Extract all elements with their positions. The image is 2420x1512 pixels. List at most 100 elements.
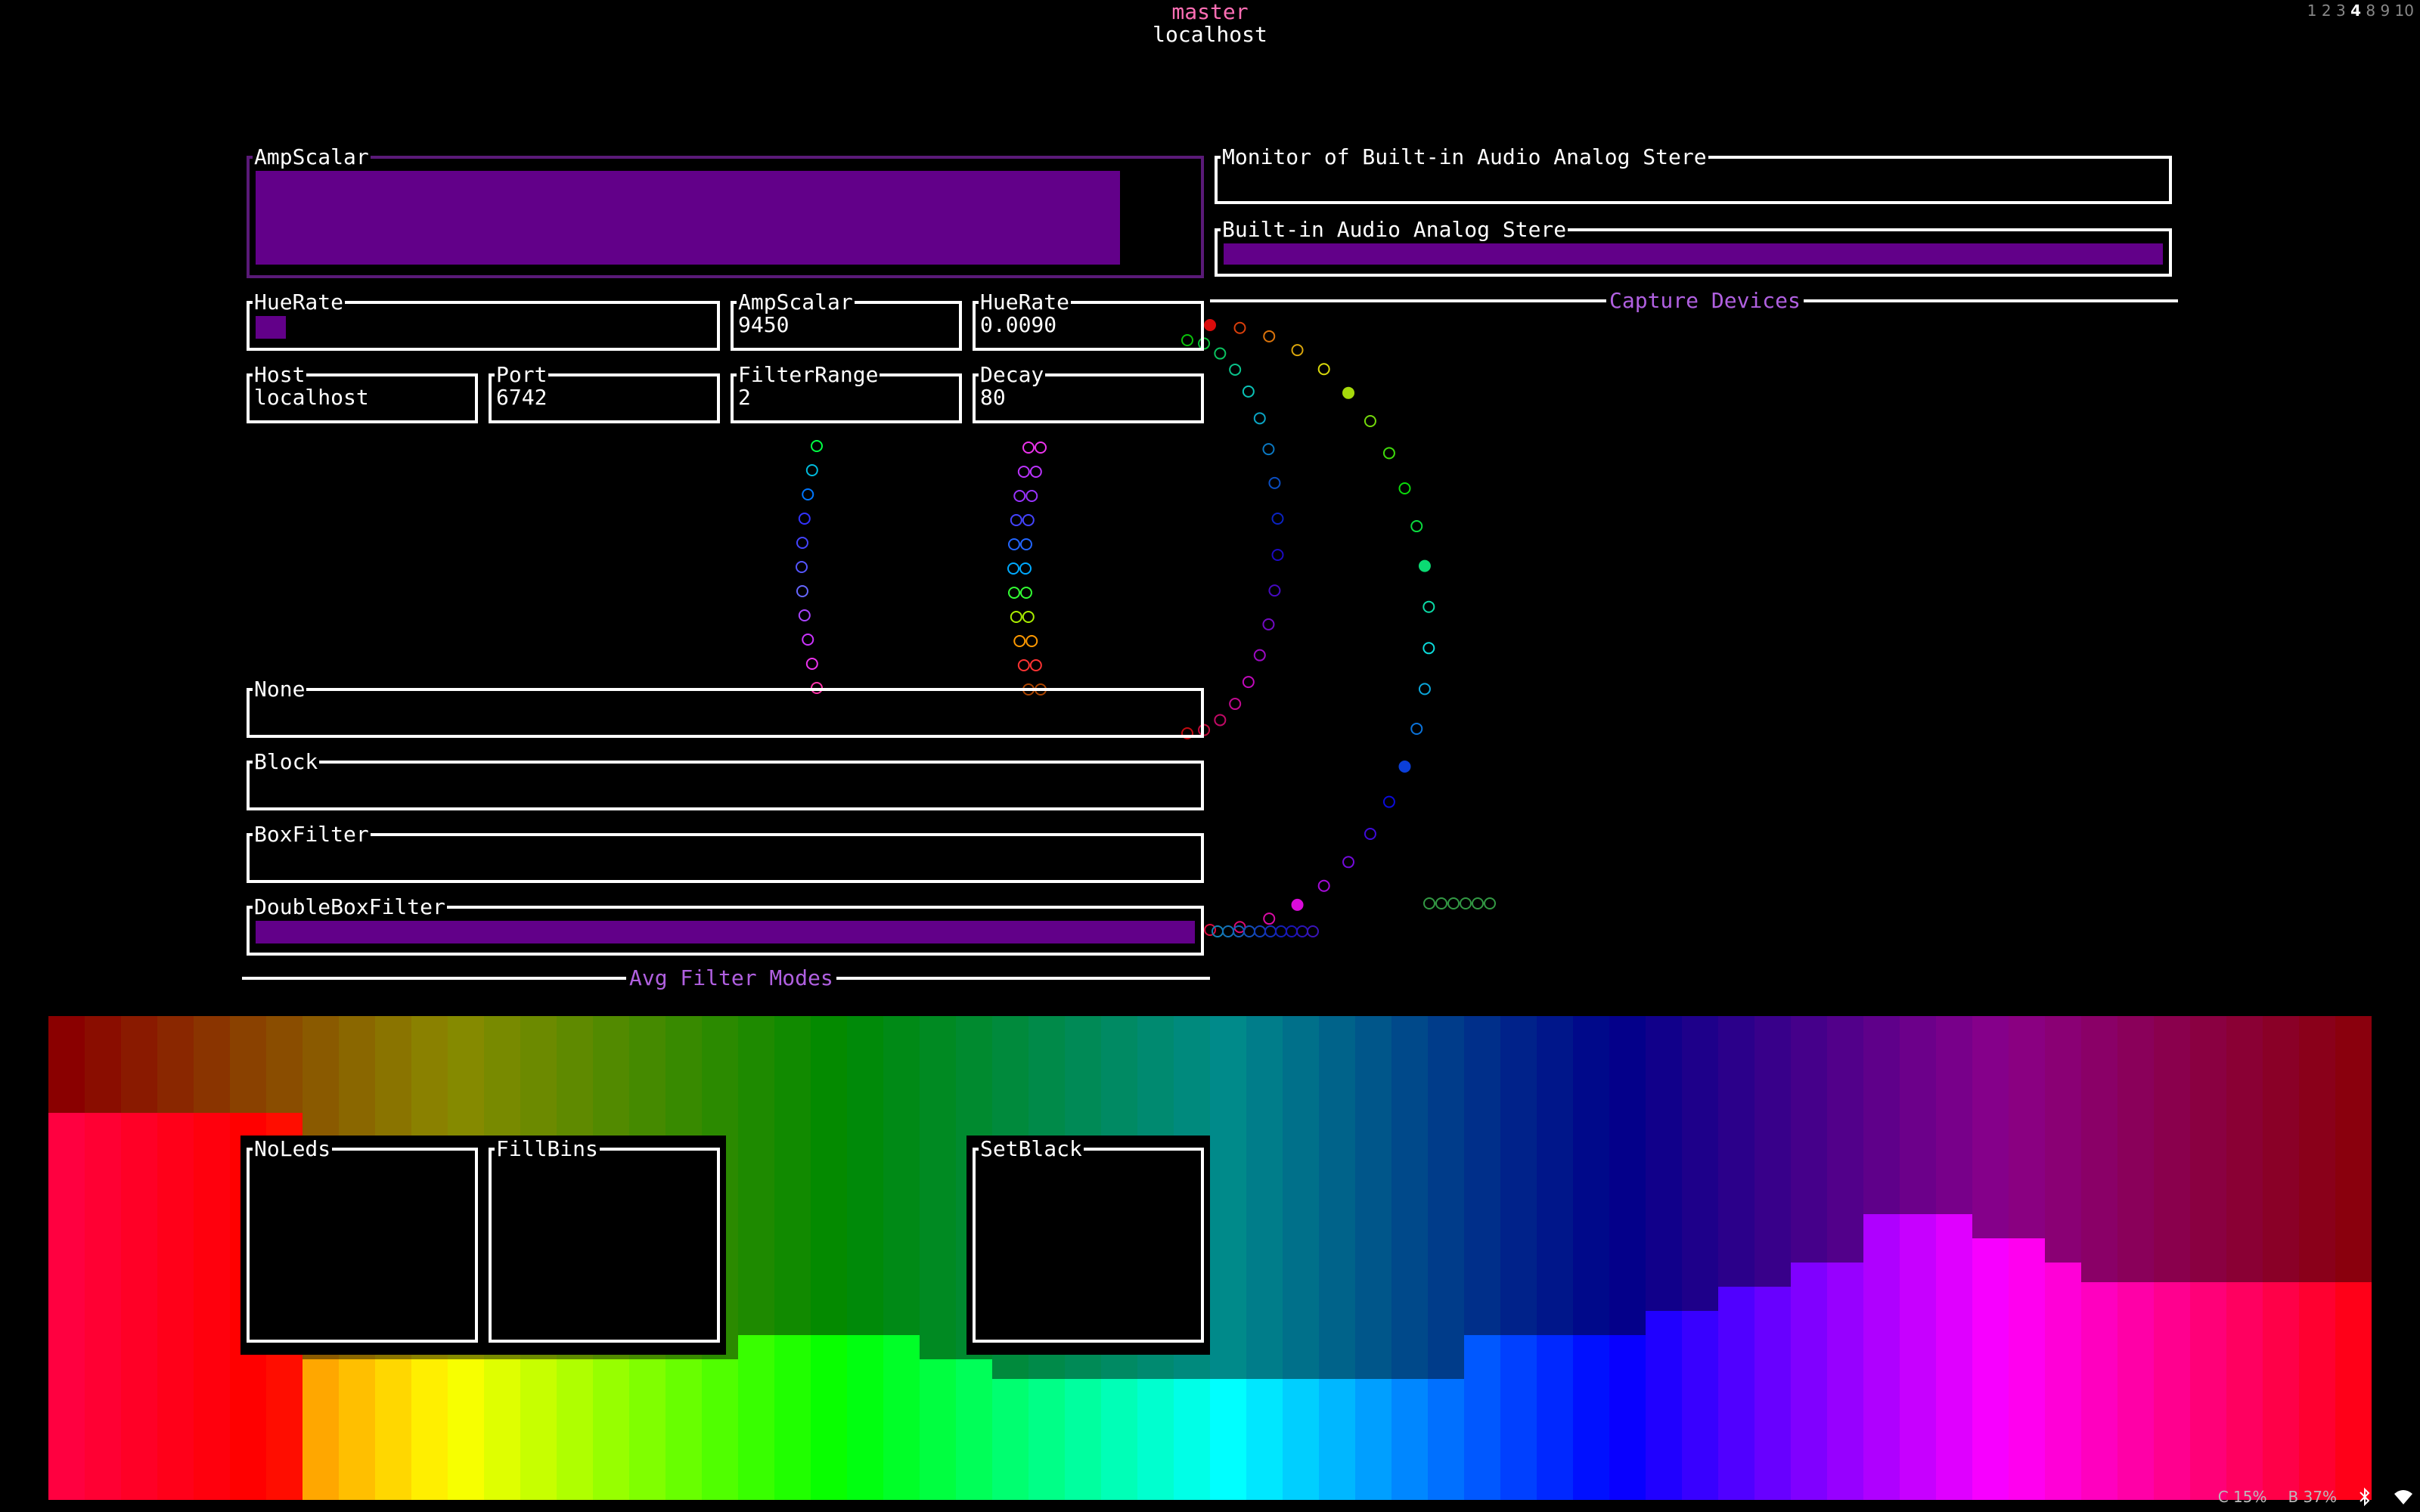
scatter-dot — [1022, 514, 1035, 526]
scatter-dot — [1447, 897, 1460, 909]
noleds-button-label: NoLeds — [253, 1136, 333, 1161]
spectrum-bar — [1500, 1335, 1537, 1500]
hue-rate-field[interactable]: HueRate 0.0090 — [973, 290, 1204, 351]
workspace-4[interactable]: 4 — [2350, 2, 2361, 20]
workspace-2[interactable]: 2 — [2322, 2, 2332, 20]
spectrum-bar — [1827, 1263, 1863, 1500]
setblack-button-label: SetBlack — [979, 1136, 1084, 1161]
filter-mode-selected-fill — [256, 921, 1195, 943]
scatter-dot — [805, 658, 818, 670]
spectrum-bar — [2335, 1282, 2372, 1500]
scatter-dot — [1296, 925, 1308, 937]
scatter-dot — [1262, 618, 1275, 631]
scatter-dot — [1484, 897, 1496, 909]
spectrum-bar — [847, 1335, 883, 1500]
scatter-dot — [811, 440, 823, 452]
amp-scalar-field[interactable]: AmpScalar 9450 — [731, 290, 962, 351]
scatter-dot — [1264, 925, 1277, 937]
spectrum-bar — [121, 1113, 157, 1500]
scatter-dot — [1382, 795, 1395, 808]
amp-scalar-slider[interactable]: AmpScalar — [247, 145, 1204, 278]
spectrum-bar — [1355, 1379, 1392, 1500]
spectrum-bar — [811, 1335, 847, 1500]
scatter-dot — [1017, 466, 1030, 478]
scatter-dot — [802, 634, 814, 646]
git-branch-label: master — [1171, 0, 1249, 24]
monitor-device-label: Monitor of Built-in Audio Analog Stere — [1221, 144, 1708, 169]
setblack-button[interactable]: SetBlack — [973, 1137, 1204, 1343]
spectrum-bar — [1283, 1379, 1319, 1500]
monitor-device-item[interactable]: Monitor of Built-in Audio Analog Stere — [1215, 145, 2172, 204]
scatter-dot — [1254, 925, 1266, 937]
spectrum-bar — [1428, 1379, 1464, 1500]
scatter-dot — [1222, 925, 1234, 937]
spectrum-bar — [1900, 1214, 1936, 1500]
workspace-8[interactable]: 8 — [2366, 2, 2375, 20]
builtin-device-item[interactable]: Built-in Audio Analog Stere — [1215, 218, 2172, 277]
scatter-dot — [1286, 925, 1298, 937]
scatter-dot — [1013, 490, 1026, 502]
spectrum-bar — [992, 1379, 1028, 1500]
filter-mode-none-label: None — [253, 677, 307, 702]
filter-mode-doubleboxfilter[interactable]: DoubleBoxFilter — [247, 895, 1204, 956]
spectrum-bar — [411, 1359, 448, 1500]
spectrum-bar — [702, 1359, 738, 1500]
filter-range-field[interactable]: FilterRange 2 — [731, 363, 962, 423]
scatter-dot — [1423, 600, 1435, 613]
spectrum-bar — [484, 1359, 520, 1500]
spectrum-bar — [1464, 1335, 1500, 1500]
amp-scalar-field-value: 9450 — [738, 312, 790, 337]
amp-scalar-slider-label: AmpScalar — [253, 144, 371, 169]
scatter-dot — [1022, 611, 1035, 623]
spectrum-bar — [2263, 1282, 2299, 1500]
scatter-dot — [1472, 897, 1484, 909]
wifi-icon[interactable] — [2393, 1488, 2414, 1506]
filter-mode-none[interactable]: None — [247, 677, 1204, 738]
workspace-list: 1 2 3 4 8 9 10 — [2307, 2, 2414, 20]
scatter-dot — [1243, 925, 1255, 937]
spectrum-bar — [1754, 1287, 1791, 1500]
port-field[interactable]: Port 6742 — [489, 363, 720, 423]
bluetooth-icon[interactable] — [2358, 1487, 2372, 1507]
spectrum-bar — [1319, 1379, 1355, 1500]
scatter-dot — [1010, 611, 1022, 623]
scatter-dot — [1262, 443, 1275, 456]
scatter-dot — [1342, 856, 1355, 869]
workspace-1[interactable]: 1 — [2307, 2, 2317, 20]
scatter-dot — [796, 585, 808, 597]
hue-rate-field-value: 0.0090 — [980, 312, 1057, 337]
scatter-dot — [1204, 924, 1216, 936]
scatter-dot — [1410, 520, 1423, 533]
scatter-dot — [1263, 912, 1276, 925]
spectrum-bar — [2118, 1282, 2154, 1500]
workspace-9[interactable]: 9 — [2380, 2, 2390, 20]
filter-mode-block[interactable]: Block — [247, 750, 1204, 810]
scatter-dot — [1268, 476, 1281, 489]
workspace-3[interactable]: 3 — [2336, 2, 2346, 20]
scatter-dot — [1214, 347, 1227, 360]
filter-mode-boxfilter[interactable]: BoxFilter — [247, 823, 1204, 883]
noleds-button[interactable]: NoLeds — [247, 1137, 478, 1343]
scatter-dot — [798, 609, 811, 621]
scatter-dot — [1291, 344, 1304, 357]
hue-rate-slider[interactable]: HueRate — [247, 290, 720, 351]
spectrum-bar — [520, 1359, 557, 1500]
fillbins-button[interactable]: FillBins — [489, 1137, 720, 1343]
spectrum-bar — [1137, 1379, 1174, 1500]
scatter-dot — [1029, 466, 1042, 478]
scatter-dot — [1229, 363, 1242, 376]
scatter-dot — [1364, 828, 1376, 841]
filter-mode-block-label: Block — [253, 749, 320, 774]
scatter-dot — [1263, 330, 1276, 342]
port-field-label: Port — [495, 362, 549, 387]
spectrum-bar — [1174, 1379, 1210, 1500]
workspace-10[interactable]: 10 — [2395, 2, 2414, 20]
scatter-dot — [1398, 482, 1411, 494]
spectrum-bar — [2045, 1263, 2081, 1500]
spectrum-bar — [1609, 1335, 1646, 1500]
scatter-dot — [1317, 363, 1330, 376]
decay-field[interactable]: Decay 80 — [973, 363, 1204, 423]
host-field[interactable]: Host localhost — [247, 363, 478, 423]
filter-modes-title: Avg Filter Modes — [626, 966, 836, 990]
status-bar: C 15% B 37% — [2218, 1486, 2414, 1507]
